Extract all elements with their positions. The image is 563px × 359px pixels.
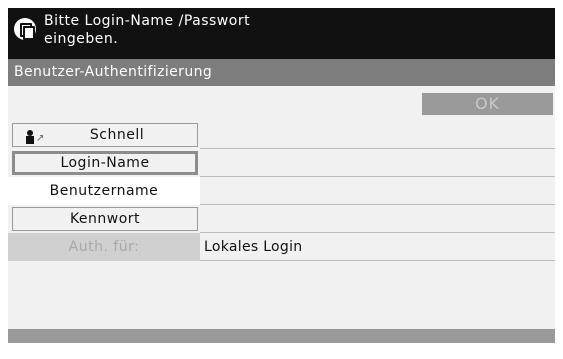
message-text: Bitte Login-Name /Passwort eingeben. xyxy=(44,12,344,48)
login-name-button[interactable]: Login-Name xyxy=(12,151,198,175)
auth-for-value: Lokales Login xyxy=(204,239,303,255)
message-line-2: eingeben. xyxy=(44,31,119,47)
bottom-bar xyxy=(8,329,555,343)
auth-for-button: Auth. für: xyxy=(8,233,200,261)
screen-title: Benutzer-Authentifizierung xyxy=(8,59,555,86)
ok-button[interactable]: OK xyxy=(422,93,553,115)
row-login-name: Login-Name xyxy=(8,149,555,177)
username-button[interactable]: Benutzername xyxy=(8,177,200,205)
auth-screen: Bitte Login-Name /Passwort eingeben. Ben… xyxy=(8,8,555,343)
row-divider xyxy=(200,260,555,261)
copy-pages-icon xyxy=(14,18,36,40)
quick-button[interactable]: ↗ Schnell xyxy=(12,123,198,147)
row-password: Kennwort xyxy=(8,205,555,233)
row-quick: ↗ Schnell xyxy=(8,121,555,149)
quick-button-label: Schnell xyxy=(89,127,145,143)
message-bar: Bitte Login-Name /Passwort eingeben. xyxy=(8,8,555,59)
message-line-1: Bitte Login-Name /Passwort xyxy=(44,13,251,29)
password-button[interactable]: Kennwort xyxy=(12,207,198,231)
person-arrow-icon: ↗ xyxy=(25,130,44,144)
row-auth-for: Auth. für: Lokales Login xyxy=(8,233,555,261)
row-username: Benutzername xyxy=(8,177,555,205)
